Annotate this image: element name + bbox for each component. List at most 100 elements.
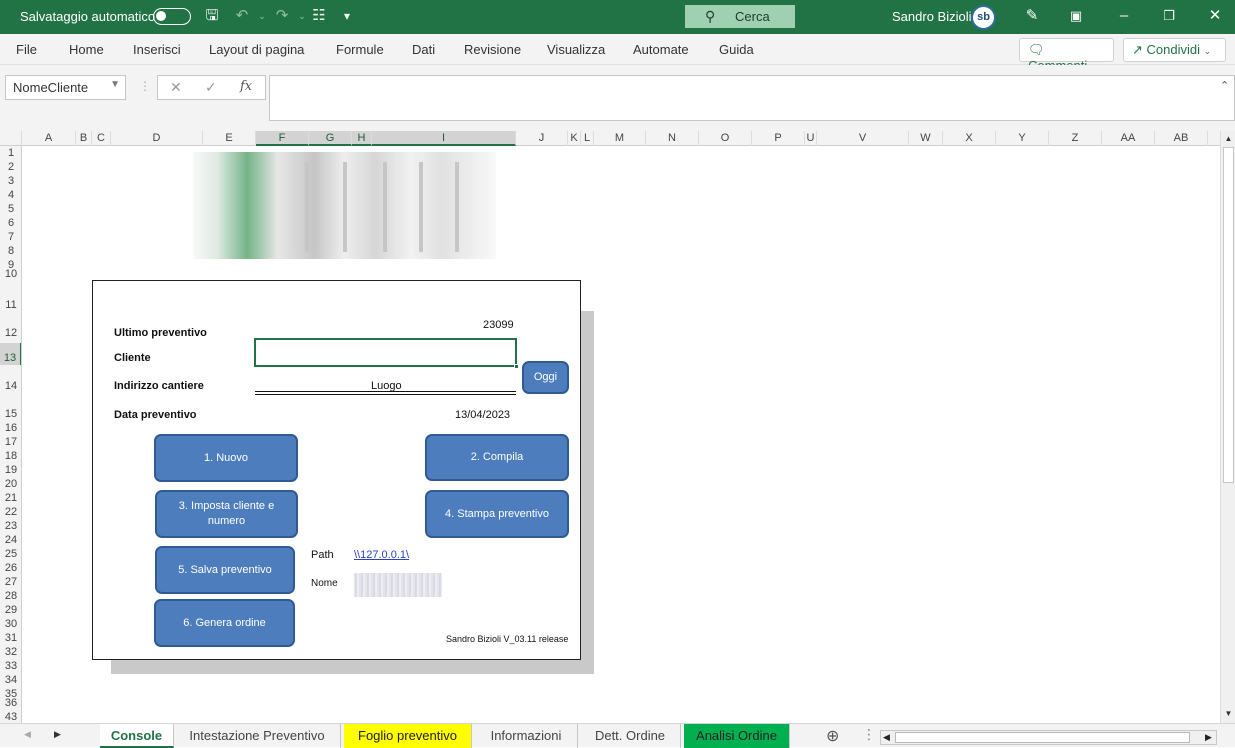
- user-name[interactable]: Sandro Bizioli: [892, 9, 972, 24]
- column-header[interactable]: N: [646, 131, 699, 146]
- tab-informazioni[interactable]: Informazioni: [475, 724, 578, 748]
- row-header[interactable]: 27: [0, 577, 21, 588]
- row-header[interactable]: 4: [0, 190, 21, 201]
- column-header[interactable]: F: [256, 131, 309, 146]
- autosave-toggle[interactable]: [153, 8, 191, 25]
- column-header[interactable]: H: [352, 131, 372, 146]
- restore-icon[interactable]: ❐: [1159, 6, 1179, 26]
- oggi-button[interactable]: Oggi: [522, 361, 569, 394]
- row-header[interactable]: 15: [0, 409, 21, 420]
- stampa-preventivo-button[interactable]: 4. Stampa preventivo: [425, 490, 569, 538]
- row-header[interactable]: 1: [0, 148, 21, 159]
- row-header[interactable]: 22: [0, 507, 21, 518]
- menu-inserisci[interactable]: Inserisci: [133, 42, 181, 57]
- row-header[interactable]: 2: [0, 162, 21, 173]
- share-button[interactable]: ↗ Condividi ⌄: [1123, 38, 1226, 62]
- column-header[interactable]: U: [805, 131, 817, 146]
- row-header[interactable]: 24: [0, 535, 21, 546]
- row-header[interactable]: 36: [0, 698, 21, 709]
- column-header[interactable]: V: [817, 131, 909, 146]
- column-header[interactable]: E: [203, 131, 256, 146]
- scroll-down-icon[interactable]: ▼: [1223, 709, 1234, 720]
- vertical-scroll-thumb[interactable]: [1223, 147, 1234, 483]
- row-header[interactable]: 3: [0, 176, 21, 187]
- save-icon[interactable]: 🖫: [202, 6, 222, 26]
- compila-button[interactable]: 2. Compila: [425, 434, 569, 481]
- column-header[interactable]: I: [372, 131, 516, 146]
- confirm-icon[interactable]: ✓: [205, 79, 217, 96]
- path-link[interactable]: \\127.0.0.1\: [354, 549, 409, 561]
- column-header[interactable]: B: [76, 131, 92, 146]
- column-header[interactable]: M: [594, 131, 646, 146]
- column-header[interactable]: O: [699, 131, 752, 146]
- collapse-formula-icon[interactable]: ⌃: [1220, 79, 1229, 92]
- column-header[interactable]: Z: [1049, 131, 1102, 146]
- column-header[interactable]: A: [22, 131, 76, 146]
- column-header[interactable]: C: [92, 131, 111, 146]
- row-header[interactable]: 6: [0, 218, 21, 229]
- hierarchy-icon[interactable]: ☷: [309, 6, 329, 26]
- menu-formule[interactable]: Formule: [336, 42, 384, 57]
- column-header[interactable]: L: [581, 131, 594, 146]
- menu-visualizza[interactable]: Visualizza: [547, 42, 605, 57]
- row-header[interactable]: 8: [0, 246, 21, 257]
- horizontal-scrollbar[interactable]: ◀ ▶: [880, 730, 1217, 745]
- undo-icon[interactable]: ↶: [232, 6, 252, 26]
- column-header[interactable]: AA: [1102, 131, 1155, 146]
- tab-foglio-preventivo[interactable]: Foglio preventivo: [344, 724, 472, 748]
- row-header[interactable]: 12: [0, 328, 21, 339]
- genera-ordine-button[interactable]: 6. Genera ordine: [154, 599, 295, 647]
- fill-handle[interactable]: [514, 364, 519, 369]
- row-header[interactable]: 20: [0, 479, 21, 490]
- minimize-icon[interactable]: –: [1114, 6, 1134, 26]
- column-header[interactable]: AB: [1155, 131, 1208, 146]
- column-header[interactable]: X: [943, 131, 996, 146]
- row-header[interactable]: 23: [0, 521, 21, 532]
- tab-intestazione-preventivo[interactable]: Intestazione Preventivo: [174, 724, 341, 748]
- scroll-right-icon[interactable]: ▶: [1205, 732, 1212, 743]
- row-header[interactable]: 32: [0, 647, 21, 658]
- add-sheet-icon[interactable]: ⊕: [826, 726, 839, 746]
- menu-file[interactable]: File: [16, 42, 37, 57]
- cliente-input-cell[interactable]: [254, 338, 519, 369]
- column-header[interactable]: K: [568, 131, 581, 146]
- menu-layout[interactable]: Layout di pagina: [209, 42, 304, 57]
- menu-dati[interactable]: Dati: [412, 42, 435, 57]
- row-header[interactable]: 30: [0, 619, 21, 630]
- vertical-scrollbar[interactable]: ▲ ▼: [1220, 131, 1235, 723]
- row-header[interactable]: 25: [0, 549, 21, 560]
- tab-console[interactable]: Console: [100, 724, 174, 748]
- pen-icon[interactable]: ✎: [1022, 6, 1042, 26]
- cancel-icon[interactable]: ✕: [170, 79, 182, 96]
- row-header[interactable]: 34: [0, 675, 21, 686]
- comments-button[interactable]: 🗨 Commenti: [1019, 38, 1114, 73]
- row-header[interactable]: 26: [0, 563, 21, 574]
- row-header-selected[interactable]: 13: [0, 343, 21, 365]
- imposta-cliente-button[interactable]: 3. Imposta cliente e numero: [155, 490, 298, 538]
- scroll-left-icon[interactable]: ◀: [883, 732, 890, 743]
- horizontal-scroll-thumb[interactable]: [895, 732, 1190, 743]
- formula-input[interactable]: [269, 75, 1235, 121]
- row-header[interactable]: 10: [0, 269, 21, 280]
- row-header[interactable]: 14: [0, 381, 21, 392]
- menu-automate[interactable]: Automate: [633, 42, 689, 57]
- column-header[interactable]: D: [111, 131, 203, 146]
- tab-dett-ordine[interactable]: Dett. Ordine: [580, 724, 681, 748]
- chevron-down-icon[interactable]: ▼: [110, 79, 120, 90]
- avatar[interactable]: sb: [971, 5, 996, 30]
- tab-analisi-ordine[interactable]: Analisi Ordine: [684, 724, 790, 748]
- redo-icon[interactable]: ↷: [272, 6, 292, 26]
- row-header[interactable]: 16: [0, 423, 21, 434]
- more-options-icon[interactable]: ⋮: [139, 79, 151, 93]
- close-icon[interactable]: ✕: [1205, 6, 1225, 26]
- prev-sheet-icon[interactable]: ◀: [24, 729, 31, 740]
- row-header[interactable]: 18: [0, 451, 21, 462]
- column-header[interactable]: W: [909, 131, 943, 146]
- row-header[interactable]: 21: [0, 493, 21, 504]
- row-header[interactable]: 19: [0, 465, 21, 476]
- row-header[interactable]: 29: [0, 605, 21, 616]
- more-options-icon[interactable]: ⋮: [862, 726, 876, 743]
- scroll-up-icon[interactable]: ▲: [1223, 134, 1234, 145]
- menu-guida[interactable]: Guida: [719, 42, 754, 57]
- column-header[interactable]: P: [752, 131, 805, 146]
